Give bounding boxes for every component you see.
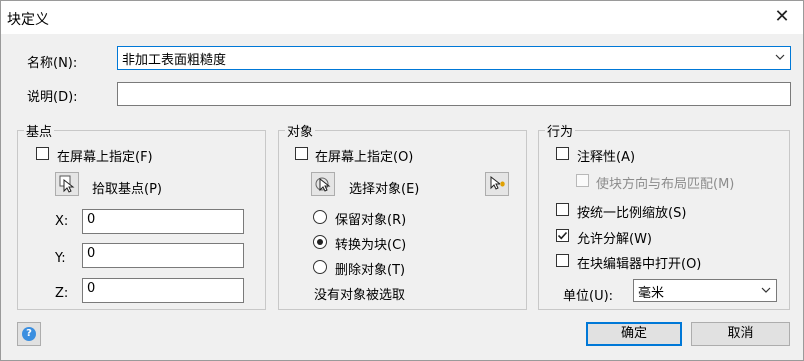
convert-to-block-radio[interactable] bbox=[313, 235, 327, 249]
selection-status: 没有对象被选取 bbox=[314, 288, 406, 303]
x-label: X: bbox=[55, 214, 69, 229]
dialog-title: 块定义 bbox=[7, 12, 49, 28]
match-layout-label: 使块方向与布局匹配(M) bbox=[596, 177, 735, 192]
base-point-on-screen-checkbox[interactable] bbox=[36, 147, 49, 160]
description-input[interactable] bbox=[117, 82, 791, 106]
open-in-editor-checkbox[interactable] bbox=[556, 254, 569, 267]
select-objects-label: 选择对象(E) bbox=[349, 182, 420, 197]
block-definition-dialog: 块定义 ✕ 名称(N): 非加工表面粗糙度 说明(D): 基点 在屏幕上指定(F… bbox=[0, 0, 804, 361]
quick-select-icon bbox=[490, 175, 505, 190]
checkmark-icon bbox=[557, 231, 568, 240]
annotative-label: 注释性(A) bbox=[577, 150, 636, 165]
z-label: Z: bbox=[55, 286, 69, 301]
close-icon[interactable]: ✕ bbox=[767, 3, 797, 31]
scale-uniform-label: 按统一比例缩放(S) bbox=[577, 206, 687, 221]
base-point-title: 基点 bbox=[24, 121, 55, 140]
objects-on-screen-checkbox[interactable] bbox=[295, 147, 308, 160]
retain-objects-label: 保留对象(R) bbox=[335, 213, 407, 228]
allow-explode-checkbox[interactable] bbox=[556, 229, 569, 242]
z-input[interactable]: 0 bbox=[82, 278, 244, 303]
z-value: 0 bbox=[87, 281, 96, 296]
annotative-checkbox[interactable] bbox=[556, 147, 569, 160]
retain-objects-radio[interactable] bbox=[313, 210, 327, 224]
behavior-title: 行为 bbox=[545, 121, 576, 140]
chevron-down-icon[interactable] bbox=[760, 283, 772, 297]
delete-objects-radio[interactable] bbox=[313, 260, 327, 274]
select-objects-icon bbox=[315, 177, 331, 192]
name-combobox[interactable]: 非加工表面粗糙度 bbox=[117, 46, 791, 70]
base-point-on-screen-label: 在屏幕上指定(F) bbox=[57, 150, 153, 165]
unit-value: 毫米 bbox=[638, 286, 665, 301]
name-value: 非加工表面粗糙度 bbox=[122, 53, 227, 68]
name-label: 名称(N): bbox=[27, 56, 78, 71]
radio-selected-dot bbox=[317, 239, 323, 245]
y-value: 0 bbox=[87, 246, 96, 261]
select-objects-button[interactable] bbox=[311, 172, 335, 196]
cancel-button[interactable]: 取消 bbox=[691, 322, 790, 346]
y-label: Y: bbox=[55, 251, 66, 266]
unit-select[interactable]: 毫米 bbox=[633, 279, 777, 302]
scale-uniform-checkbox[interactable] bbox=[556, 203, 569, 216]
x-input[interactable]: 0 bbox=[82, 209, 244, 234]
description-label: 说明(D): bbox=[27, 90, 78, 105]
y-input[interactable]: 0 bbox=[82, 243, 244, 268]
convert-to-block-label: 转换为块(C) bbox=[335, 238, 407, 253]
delete-objects-label: 删除对象(T) bbox=[335, 263, 406, 278]
objects-title: 对象 bbox=[285, 121, 316, 140]
open-in-editor-label: 在块编辑器中打开(O) bbox=[577, 257, 702, 272]
match-layout-checkbox[interactable] bbox=[576, 174, 589, 187]
title-bar: 块定义 ✕ bbox=[1, 1, 803, 34]
quick-select-button[interactable] bbox=[485, 172, 509, 196]
pick-point-label: 拾取基点(P) bbox=[92, 182, 162, 197]
pick-point-button[interactable] bbox=[55, 172, 79, 196]
help-icon: ? bbox=[22, 327, 36, 341]
chevron-down-icon[interactable] bbox=[774, 50, 786, 64]
allow-explode-label: 允许分解(W) bbox=[577, 232, 652, 247]
help-button[interactable]: ? bbox=[17, 322, 41, 346]
x-value: 0 bbox=[87, 212, 96, 227]
ok-button[interactable]: 确定 bbox=[586, 322, 682, 346]
objects-on-screen-label: 在屏幕上指定(O) bbox=[315, 150, 414, 165]
pick-point-icon bbox=[59, 175, 75, 193]
unit-label: 单位(U): bbox=[563, 289, 614, 304]
